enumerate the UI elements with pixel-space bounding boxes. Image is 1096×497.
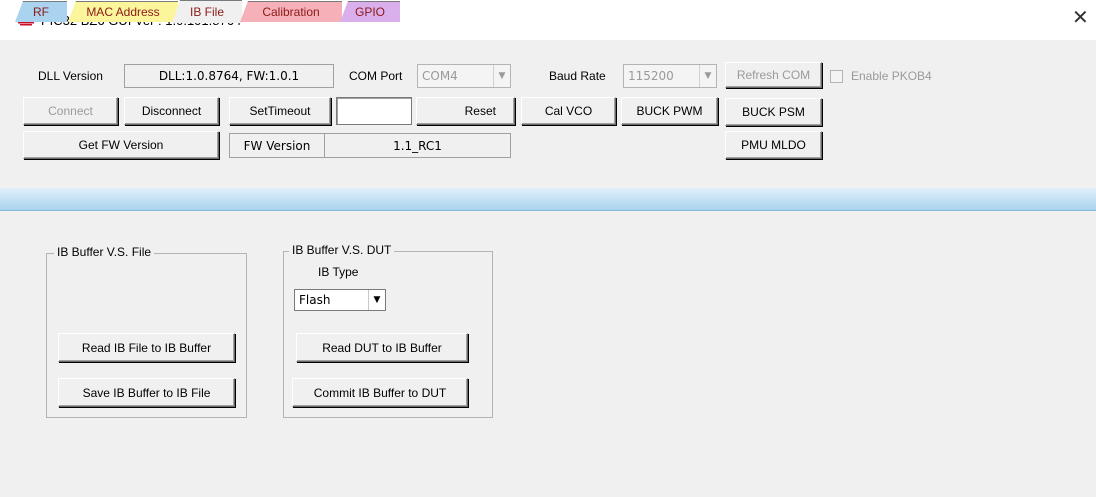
- tab-strip: [0, 188, 1096, 211]
- connect-button[interactable]: Connect: [23, 97, 118, 125]
- dll-version-label: DLL Version: [38, 69, 103, 83]
- commit-ib-buffer-button[interactable]: Commit IB Buffer to DUT: [292, 378, 468, 407]
- refresh-com-button[interactable]: Refresh COM: [725, 62, 822, 88]
- tab-ib-file[interactable]: IB File: [172, 0, 242, 23]
- baud-rate-label: Baud Rate: [549, 69, 606, 83]
- tab-ib-file-label: IB File: [189, 5, 224, 19]
- reset-button[interactable]: Reset: [416, 97, 515, 125]
- dll-version-field: DLL:1.0.8764, FW:1.0.1: [124, 64, 334, 88]
- read-ib-file-button[interactable]: Read IB File to IB Buffer: [58, 333, 235, 362]
- tab-rf[interactable]: RF: [15, 1, 67, 22]
- tab-calibration[interactable]: Calibration: [240, 1, 342, 22]
- tab-calibration-label: Calibration: [262, 5, 320, 19]
- buck-psm-button[interactable]: BUCK PSM: [725, 98, 822, 126]
- fw-version-value: 1.1_RC1: [324, 133, 511, 158]
- baud-rate-value: 115200: [628, 69, 674, 83]
- baud-rate-select[interactable]: 115200 ▼: [623, 64, 717, 88]
- set-timeout-button[interactable]: SetTimeout: [229, 97, 331, 125]
- chevron-down-icon: ▼: [493, 65, 510, 87]
- enable-pkob4-label: Enable PKOB4: [851, 69, 932, 83]
- tab-mac-address-label: MAC Address: [86, 5, 160, 19]
- enable-pkob4-checkbox[interactable]: [830, 70, 843, 83]
- com-port-value: COM4: [422, 69, 458, 83]
- fw-version-label: FW Version: [229, 133, 325, 158]
- chevron-down-icon: ▼: [699, 65, 716, 87]
- ib-type-value: Flash: [299, 293, 331, 307]
- group-ib-buffer-vs-file-title: IB Buffer V.S. File: [54, 245, 155, 259]
- ib-type-label: IB Type: [318, 265, 359, 279]
- tab-rf-label: RF: [33, 5, 49, 19]
- com-port-select[interactable]: COM4 ▼: [417, 64, 511, 88]
- get-fw-version-button[interactable]: Get FW Version: [23, 131, 219, 159]
- close-icon[interactable]: ✕: [1072, 8, 1089, 28]
- disconnect-button[interactable]: Disconnect: [124, 97, 219, 125]
- group-ib-buffer-vs-dut-title: IB Buffer V.S. DUT: [289, 243, 395, 257]
- tab-gpio[interactable]: GPIO: [340, 1, 400, 22]
- tab-gpio-label: GPIO: [354, 5, 385, 19]
- save-ib-buffer-button[interactable]: Save IB Buffer to IB File: [58, 378, 235, 407]
- cal-vco-button[interactable]: Cal VCO: [521, 97, 616, 125]
- timeout-input[interactable]: [336, 97, 412, 125]
- read-dut-button[interactable]: Read DUT to IB Buffer: [296, 333, 468, 362]
- buck-pwm-button[interactable]: BUCK PWM: [621, 97, 718, 125]
- com-port-label: COM Port: [349, 69, 403, 83]
- chevron-down-icon: ▼: [368, 290, 385, 310]
- tab-mac-address[interactable]: MAC Address: [68, 1, 178, 22]
- ib-type-select[interactable]: Flash ▼: [294, 289, 386, 311]
- pmu-mldo-button[interactable]: PMU MLDO: [725, 131, 822, 159]
